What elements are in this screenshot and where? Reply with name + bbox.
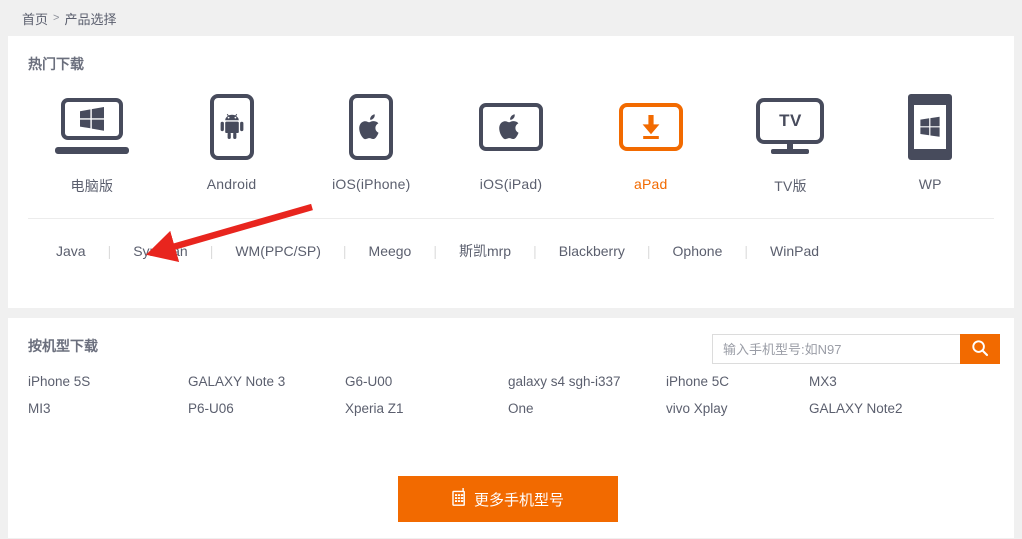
tablet-apple-icon xyxy=(479,92,544,162)
sub-platform-ophone[interactable]: Ophone xyxy=(651,243,745,259)
sub-platform-blackberry[interactable]: Blackberry xyxy=(537,243,647,259)
model-search xyxy=(712,334,1000,364)
model-item[interactable]: MI3 xyxy=(28,401,188,416)
platform-item-wp[interactable]: WP xyxy=(860,92,1000,196)
model-item[interactable]: GALAXY Note2 xyxy=(809,401,969,416)
phone-windows-icon xyxy=(908,92,953,162)
model-item[interactable]: P6-U06 xyxy=(188,401,345,416)
search-input[interactable] xyxy=(712,334,960,364)
platform-label: iOS(iPhone) xyxy=(332,176,411,192)
model-item[interactable]: Xperia Z1 xyxy=(345,401,508,416)
sub-platform-meego[interactable]: Meego xyxy=(347,243,434,259)
model-item[interactable]: iPhone 5S xyxy=(28,374,188,389)
phone-apple-icon xyxy=(349,92,394,162)
platform-label: aPad xyxy=(633,176,668,192)
breadcrumb: 首页 > 产品选择 xyxy=(0,0,1022,36)
model-item[interactable]: G6-U00 xyxy=(345,374,508,389)
sub-platform-symbian[interactable]: Symbian xyxy=(111,243,209,259)
sub-platform-java[interactable]: Java xyxy=(28,243,108,259)
platform-label: TV版 xyxy=(774,178,807,194)
model-item[interactable]: iPhone 5C xyxy=(666,374,809,389)
breadcrumb-home-link[interactable]: 首页 xyxy=(22,9,48,28)
laptop-windows-icon xyxy=(54,92,129,162)
platform-label: iOS(iPad) xyxy=(479,176,543,192)
platform-label: WP xyxy=(918,176,942,192)
sub-platform-winpad[interactable]: WinPad xyxy=(748,243,841,259)
model-item[interactable]: GALAXY Note 3 xyxy=(188,374,345,389)
sub-platform-wm[interactable]: WM(PPC/SP) xyxy=(213,243,343,259)
more-models-button[interactable]: 更多手机型号 xyxy=(398,476,618,522)
model-item[interactable]: One xyxy=(508,401,666,416)
tv-icon-text: TV xyxy=(756,98,825,144)
sub-platform-list: Java | Symbian | WM(PPC/SP) | Meego | 斯凯… xyxy=(28,218,994,261)
hot-downloads-card: 热门下载 电脑版 Android iOS(iPhone) iOS(iPad) a… xyxy=(8,36,1014,308)
tv-icon: TV xyxy=(754,92,826,162)
platform-item-android[interactable]: Android xyxy=(162,92,302,196)
model-list: iPhone 5S GALAXY Note 3 G6-U00 galaxy s4… xyxy=(28,374,988,416)
mobile-phone-icon xyxy=(452,488,466,510)
model-item[interactable]: MX3 xyxy=(809,374,969,389)
platform-item-ipad[interactable]: iOS(iPad) xyxy=(441,92,581,196)
search-icon xyxy=(971,339,989,360)
platform-label: Android xyxy=(206,176,257,192)
hot-downloads-title: 热门下载 xyxy=(28,56,84,72)
breadcrumb-separator: > xyxy=(53,12,60,24)
search-button[interactable] xyxy=(960,334,1000,364)
sub-platform-skymrp[interactable]: 斯凯mrp xyxy=(437,241,533,261)
platform-item-iphone[interactable]: iOS(iPhone) xyxy=(301,92,441,196)
platform-list: 电脑版 Android iOS(iPhone) iOS(iPad) aPad T… xyxy=(8,74,1014,196)
phone-android-icon xyxy=(209,92,254,162)
model-item[interactable]: vivo Xplay xyxy=(666,401,809,416)
tablet-download-icon xyxy=(618,92,683,162)
platform-item-pc[interactable]: 电脑版 xyxy=(22,92,162,196)
platform-item-apad[interactable]: aPad xyxy=(581,92,721,196)
platform-label: 电脑版 xyxy=(70,178,114,194)
model-item[interactable]: galaxy s4 sgh-i337 xyxy=(508,374,666,389)
more-models-label: 更多手机型号 xyxy=(473,491,564,509)
breadcrumb-current: 产品选择 xyxy=(64,11,117,27)
platform-item-tv[interactable]: TV TV版 xyxy=(721,92,861,196)
